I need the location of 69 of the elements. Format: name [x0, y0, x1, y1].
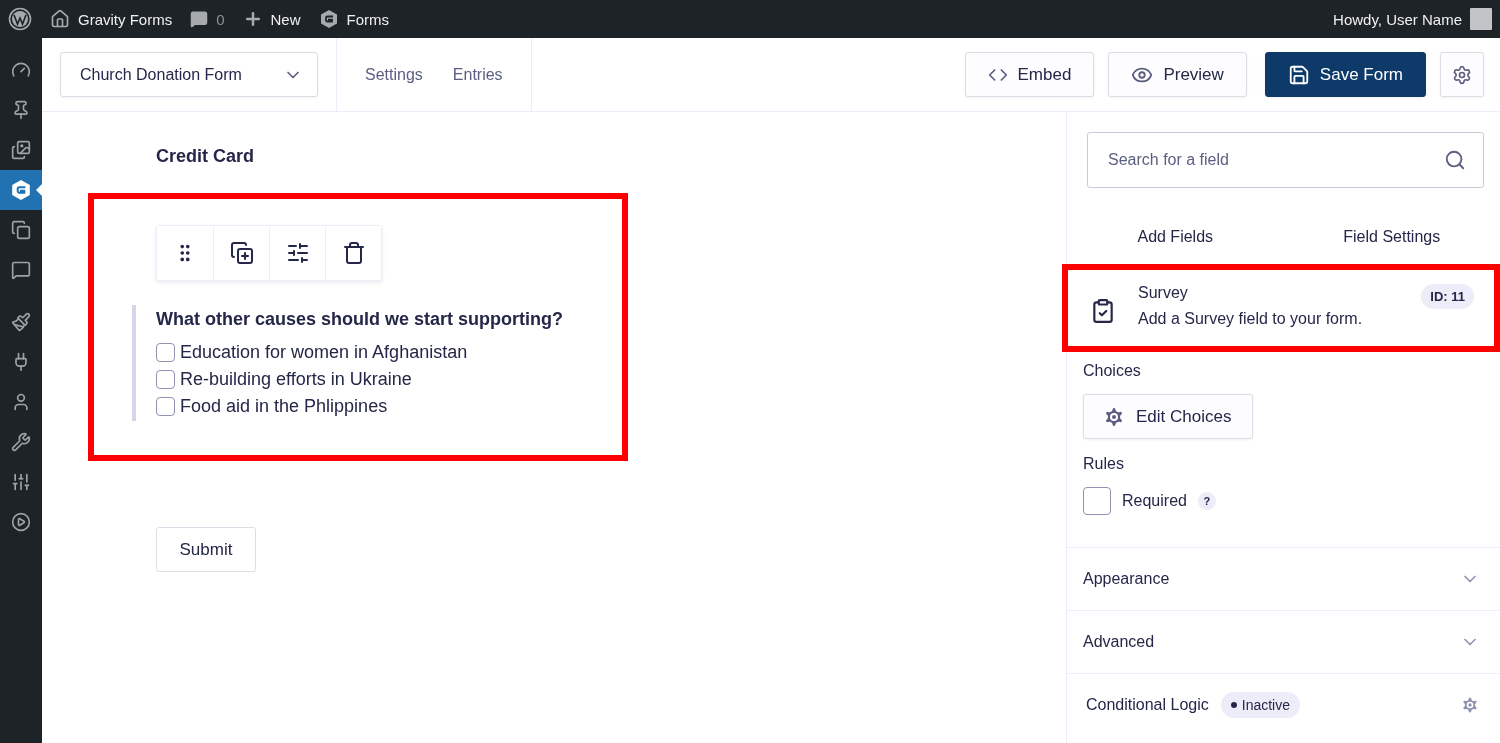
choice-label: Education for women in Afghanistan — [180, 342, 468, 363]
nav-link[interactable]: Settings — [365, 65, 423, 84]
field-label: What other causes should we start supporting? — [156, 309, 565, 330]
field-id-badge: ID: 11 — [1421, 284, 1474, 309]
pages-icon — [11, 220, 31, 240]
account-link[interactable]: Howdy, User Name — [1333, 8, 1492, 30]
wordpress-logo-icon[interactable] — [8, 7, 32, 31]
duplicate-icon — [229, 241, 254, 265]
pin-icon — [11, 100, 31, 120]
delete-button[interactable] — [325, 226, 381, 280]
search-field[interactable]: Search for a field — [1087, 132, 1484, 188]
media-icon — [11, 140, 31, 160]
comment-icon — [11, 260, 31, 280]
edit-choices-button[interactable]: Edit Choices — [1083, 394, 1253, 439]
conditional-logic-row[interactable]: Conditional Logic Inactive — [1067, 673, 1500, 736]
accordion-section[interactable]: Appearance — [1067, 547, 1500, 610]
section-title: Conditional Logic — [1086, 696, 1209, 714]
submit-button[interactable]: Submit — [156, 527, 256, 572]
checkbox[interactable] — [1083, 487, 1111, 515]
settings-button[interactable] — [1440, 52, 1484, 97]
comments-link[interactable]: 0 — [190, 10, 225, 28]
nav-link[interactable]: Entries — [452, 65, 503, 84]
user-icon — [11, 392, 31, 412]
section-title: Advanced — [1083, 633, 1155, 651]
home-icon — [50, 9, 70, 29]
setting-label: Rules — [1083, 455, 1125, 473]
avatar — [1470, 8, 1492, 30]
clipboard-check-icon — [1090, 298, 1116, 324]
section-title: Appearance — [1083, 570, 1170, 588]
field-type-description: Add a Survey field to your form. — [1138, 310, 1364, 328]
settings-icon — [1460, 695, 1480, 715]
forms-logo-icon — [10, 179, 32, 201]
sliders-icon — [11, 472, 31, 492]
search-icon — [1444, 149, 1466, 171]
settings-icon — [1452, 64, 1472, 85]
panel-tab[interactable]: Field Settings — [1283, 226, 1500, 248]
forms-link[interactable]: Forms — [318, 9, 390, 29]
new-link[interactable]: New — [242, 9, 301, 29]
save-form-button[interactable]: Save Form — [1264, 52, 1426, 97]
checkbox[interactable] — [156, 370, 175, 389]
menu-item[interactable] — [0, 170, 42, 210]
checkbox[interactable] — [156, 397, 175, 416]
comment-icon — [190, 10, 209, 28]
dashboard-icon — [11, 60, 31, 80]
status-badge: Inactive — [1220, 692, 1300, 718]
trash-icon — [341, 241, 366, 265]
help-badge[interactable]: ? — [1197, 492, 1216, 510]
checkbox-label: Required — [1122, 492, 1187, 510]
forms-logo-icon — [318, 9, 339, 29]
site-link[interactable]: Gravity Forms — [50, 9, 173, 29]
choice-label: Re-building efforts in Ukraine — [180, 369, 412, 390]
embed-button[interactable]: Embed — [964, 52, 1095, 97]
panel-tab[interactable]: Add Fields — [1067, 226, 1284, 248]
field-type-title: Survey — [1138, 284, 1189, 302]
setting-label: Choices — [1083, 362, 1142, 380]
save-icon — [1287, 63, 1310, 86]
drag-handle[interactable] — [157, 226, 213, 280]
duplicate-button[interactable] — [213, 226, 269, 280]
brush-icon — [11, 312, 31, 332]
play-icon — [11, 512, 31, 532]
choice-label: Food aid in the Phlippines — [180, 396, 388, 417]
checkbox[interactable] — [156, 343, 175, 362]
section-title: Credit Card — [156, 146, 255, 167]
wrench-icon — [11, 432, 31, 452]
preview-button[interactable]: Preview — [1108, 52, 1247, 97]
sliders-icon — [285, 241, 310, 265]
accordion-section[interactable]: Advanced — [1067, 610, 1500, 673]
field-settings-button[interactable] — [269, 226, 325, 280]
form-select[interactable]: Church Donation Form — [60, 52, 318, 97]
